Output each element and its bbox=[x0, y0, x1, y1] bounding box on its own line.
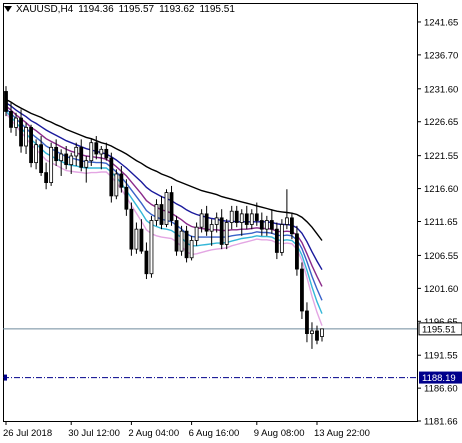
candle-body bbox=[209, 224, 214, 232]
y-tick-label: 1221.55 bbox=[424, 151, 458, 162]
candle-body bbox=[9, 111, 13, 128]
candle-body bbox=[164, 192, 169, 225]
y-tick-label: 1226.65 bbox=[424, 117, 458, 128]
y-tick-label: 1206.55 bbox=[424, 251, 458, 262]
candle-body bbox=[139, 228, 144, 252]
candle-body bbox=[119, 173, 124, 188]
candle-body bbox=[214, 217, 219, 225]
candle-body bbox=[284, 217, 289, 225]
x-tick-label: 9 Aug 08:00 bbox=[254, 428, 305, 439]
candle-body bbox=[320, 328, 324, 337]
candle-body bbox=[59, 153, 64, 162]
candle-body bbox=[19, 117, 23, 147]
candle-body bbox=[254, 213, 259, 221]
moving-average-line bbox=[5, 110, 323, 314]
candle-body bbox=[54, 146, 59, 162]
candle-body bbox=[239, 213, 244, 223]
candle-body bbox=[169, 192, 174, 221]
candle-body bbox=[104, 148, 109, 159]
y-tick-label: 1186.60 bbox=[424, 384, 458, 395]
y-tick-label: 1236.70 bbox=[424, 50, 458, 61]
candle-body bbox=[144, 250, 149, 275]
candle-body bbox=[290, 217, 294, 235]
y-tick-label: 1241.65 bbox=[424, 17, 458, 28]
candle-body bbox=[79, 146, 84, 168]
candle-body bbox=[249, 213, 254, 225]
candle-body bbox=[69, 155, 74, 166]
y-tick-label: 1211.65 bbox=[424, 217, 458, 228]
candle-body bbox=[204, 213, 209, 232]
x-tick-label: 2 Aug 04:00 bbox=[128, 428, 179, 439]
candle-body bbox=[64, 153, 69, 166]
candle-body bbox=[109, 157, 114, 197]
candle-body bbox=[94, 142, 99, 155]
candle-body bbox=[189, 240, 194, 259]
candle-body bbox=[184, 230, 189, 259]
current-price-label: 1195.51 bbox=[422, 324, 456, 335]
candle-body bbox=[264, 220, 269, 230]
x-tick-label: 26 Jul 2018 bbox=[3, 428, 52, 439]
level-price-label: 1188.19 bbox=[422, 373, 456, 384]
candle-body bbox=[159, 204, 164, 225]
candle-body bbox=[14, 117, 18, 128]
y-tick-label: 1216.60 bbox=[424, 184, 458, 195]
candle-body bbox=[29, 126, 33, 164]
candle-body bbox=[269, 220, 274, 230]
candle-body bbox=[259, 220, 264, 230]
candle-body bbox=[295, 233, 299, 270]
candle-body bbox=[300, 268, 304, 312]
candle-body bbox=[44, 172, 49, 183]
candle-body bbox=[49, 146, 54, 183]
candle-body bbox=[4, 91, 8, 112]
candle-body bbox=[39, 144, 44, 174]
candle-body bbox=[99, 148, 104, 155]
moving-average-line bbox=[5, 102, 323, 271]
candle-body bbox=[310, 330, 314, 334]
candle-body bbox=[124, 186, 129, 210]
candle-body bbox=[274, 228, 279, 253]
moving-average-line bbox=[5, 108, 323, 301]
candle-body bbox=[129, 208, 134, 250]
candle-body bbox=[84, 160, 89, 168]
candle-body bbox=[34, 144, 38, 164]
candle-body bbox=[74, 146, 79, 157]
candle-body bbox=[134, 228, 139, 250]
candle-body bbox=[224, 222, 229, 245]
x-tick-label: 30 Jul 12:00 bbox=[68, 428, 120, 439]
candle-body bbox=[114, 173, 119, 197]
candle-body bbox=[174, 220, 179, 252]
y-tick-label: 1201.60 bbox=[424, 284, 458, 295]
x-tick-label: 6 Aug 16:00 bbox=[189, 428, 240, 439]
candle-body bbox=[179, 230, 184, 252]
plot-frame bbox=[3, 3, 418, 422]
candle-body bbox=[194, 226, 199, 241]
x-tick-label: 13 Aug 22:00 bbox=[314, 428, 370, 439]
candle-body bbox=[199, 213, 204, 228]
level-line-marker bbox=[4, 374, 7, 381]
candle-body bbox=[305, 310, 309, 334]
candle-body bbox=[154, 204, 159, 221]
candle-body bbox=[229, 210, 234, 223]
y-tick-label: 1191.55 bbox=[424, 351, 458, 362]
candle-body bbox=[315, 330, 319, 341]
candle-body bbox=[24, 126, 28, 147]
candle-body bbox=[149, 220, 154, 275]
price-chart[interactable]: 1241.65 1236.70 1231.60 1226.65 1221.55 1216.… bbox=[0, 0, 462, 443]
candle-body bbox=[279, 224, 284, 253]
candle-body bbox=[219, 217, 224, 245]
candle-body bbox=[234, 210, 239, 223]
candle-body bbox=[244, 213, 249, 225]
y-tick-label: 1181.66 bbox=[424, 417, 458, 428]
y-tick-label: 1231.60 bbox=[424, 84, 458, 95]
candle-body bbox=[89, 142, 94, 162]
